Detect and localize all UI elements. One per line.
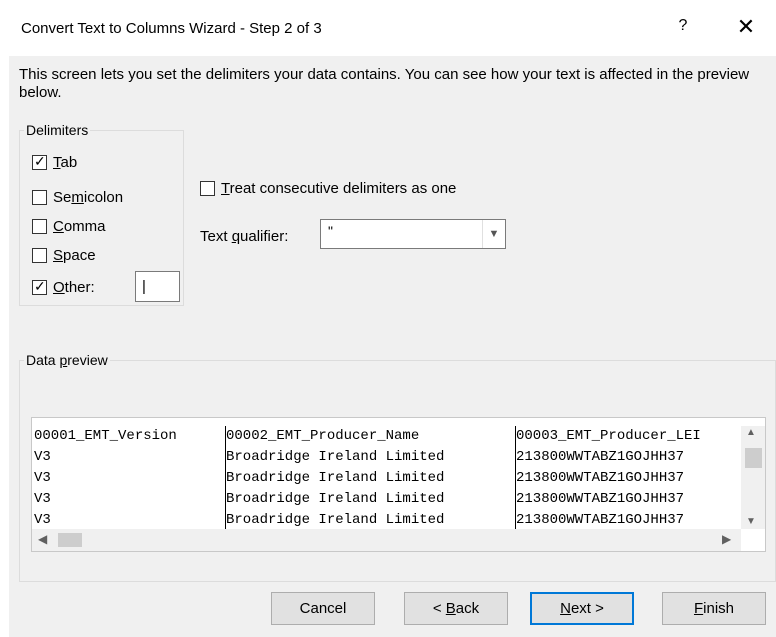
tab-checkbox-box[interactable]: ✓ bbox=[32, 152, 47, 170]
semicolon-checkbox-label: Semicolon bbox=[53, 188, 124, 206]
other-checkbox[interactable]: ✓ Other: bbox=[32, 276, 95, 298]
instructions-text: This screen lets you set the delimiters … bbox=[19, 66, 750, 101]
preview-grid: 00001_EMT_Version V3 V3 V3 V3 00002_EMT_… bbox=[34, 426, 739, 529]
horizontal-scroll-thumb[interactable] bbox=[58, 533, 82, 547]
help-button[interactable]: ? bbox=[672, 17, 694, 41]
delimiters-group-title: Delimiters bbox=[24, 122, 91, 138]
preview-cell: 00003_EMT_Producer_LEI bbox=[516, 428, 701, 444]
preview-cell: 213800WWTABZ1GOJHH37 bbox=[516, 491, 685, 507]
cancel-button[interactable]: Cancel bbox=[271, 592, 375, 625]
tab-checkbox-label: Tab bbox=[53, 153, 78, 171]
consecutive-delimiters-checkbox[interactable]: Treat consecutive delimiters as one bbox=[200, 177, 456, 199]
data-preview-title: Data preview bbox=[24, 352, 110, 368]
next-button[interactable]: Next > bbox=[530, 592, 634, 625]
preview-cell: Broadridge Ireland Limited bbox=[226, 470, 445, 486]
tab-checkbox[interactable]: ✓ Tab bbox=[32, 151, 77, 173]
preview-column-1[interactable]: 00001_EMT_Version V3 V3 V3 V3 bbox=[34, 426, 225, 529]
other-checkbox-box[interactable]: ✓ bbox=[32, 277, 47, 295]
dialog-body: This screen lets you set the delimiters … bbox=[9, 56, 776, 637]
vertical-scroll-thumb[interactable] bbox=[745, 448, 762, 468]
finish-button[interactable]: Finish bbox=[662, 592, 766, 625]
check-icon: ✓ bbox=[34, 277, 46, 294]
preview-column-3[interactable]: 00003_EMT_Producer_LEI 213800WWTABZ1GOJH… bbox=[515, 426, 739, 529]
data-preview-pane[interactable]: 00001_EMT_Version V3 V3 V3 V3 00002_EMT_… bbox=[31, 417, 766, 552]
consecutive-checkbox-label: Treat consecutive delimiters as one bbox=[221, 179, 457, 197]
space-checkbox-label: Space bbox=[53, 246, 96, 264]
comma-checkbox-box[interactable] bbox=[32, 218, 47, 234]
title-bar: Convert Text to Columns Wizard - Step 2 … bbox=[0, 0, 776, 56]
scroll-down-icon[interactable]: ▼ bbox=[746, 516, 756, 527]
semicolon-checkbox[interactable]: Semicolon bbox=[32, 186, 123, 208]
preview-column-2[interactable]: 00002_EMT_Producer_Name Broadridge Irela… bbox=[225, 426, 516, 529]
preview-cell: 213800WWTABZ1GOJHH37 bbox=[516, 470, 685, 486]
horizontal-scrollbar[interactable]: ◀ ▶ bbox=[32, 529, 741, 551]
vertical-scrollbar[interactable]: ▲ ▼ bbox=[741, 426, 765, 529]
preview-cell: Broadridge Ireland Limited bbox=[226, 491, 445, 507]
space-checkbox[interactable]: Space bbox=[32, 244, 96, 266]
other-delimiter-input[interactable] bbox=[135, 271, 180, 302]
preview-cell: Broadridge Ireland Limited bbox=[226, 512, 445, 528]
chevron-down-icon[interactable]: ▼ bbox=[482, 220, 505, 248]
text-qualifier-value: " bbox=[328, 223, 333, 239]
close-button[interactable]: ✕ bbox=[733, 15, 759, 41]
dialog-title: Convert Text to Columns Wizard - Step 2 … bbox=[21, 20, 322, 37]
preview-cell: 213800WWTABZ1GOJHH37 bbox=[516, 449, 685, 465]
delimiters-group: Delimiters ✓ Tab Semicolon Comma Space ✓… bbox=[19, 122, 184, 306]
semicolon-checkbox-box[interactable] bbox=[32, 189, 47, 205]
preview-cell: V3 bbox=[34, 449, 51, 465]
comma-checkbox[interactable]: Comma bbox=[32, 215, 106, 237]
text-qualifier-dropdown[interactable]: " ▼ bbox=[320, 219, 506, 249]
preview-cell: Broadridge Ireland Limited bbox=[226, 449, 445, 465]
text-qualifier-label: Text qualifier: bbox=[200, 228, 289, 245]
preview-cell: 213800WWTABZ1GOJHH37 bbox=[516, 512, 685, 528]
preview-cell: V3 bbox=[34, 491, 51, 507]
space-checkbox-box[interactable] bbox=[32, 247, 47, 263]
check-icon: ✓ bbox=[34, 152, 46, 169]
data-preview-group: Data preview 00001_EMT_Version V3 V3 V3 … bbox=[19, 352, 776, 582]
preview-cell: V3 bbox=[34, 512, 51, 528]
scroll-right-icon[interactable]: ▶ bbox=[722, 532, 731, 546]
preview-cell: 00001_EMT_Version bbox=[34, 428, 177, 444]
consecutive-checkbox-box[interactable] bbox=[200, 180, 215, 196]
back-button[interactable]: < Back bbox=[404, 592, 508, 625]
other-checkbox-label: Other: bbox=[53, 278, 95, 296]
scroll-left-icon[interactable]: ◀ bbox=[38, 532, 47, 546]
preview-cell: 00002_EMT_Producer_Name bbox=[226, 428, 420, 444]
comma-checkbox-label: Comma bbox=[53, 217, 106, 235]
preview-cell: V3 bbox=[34, 470, 51, 486]
scroll-up-icon[interactable]: ▲ bbox=[746, 427, 756, 438]
